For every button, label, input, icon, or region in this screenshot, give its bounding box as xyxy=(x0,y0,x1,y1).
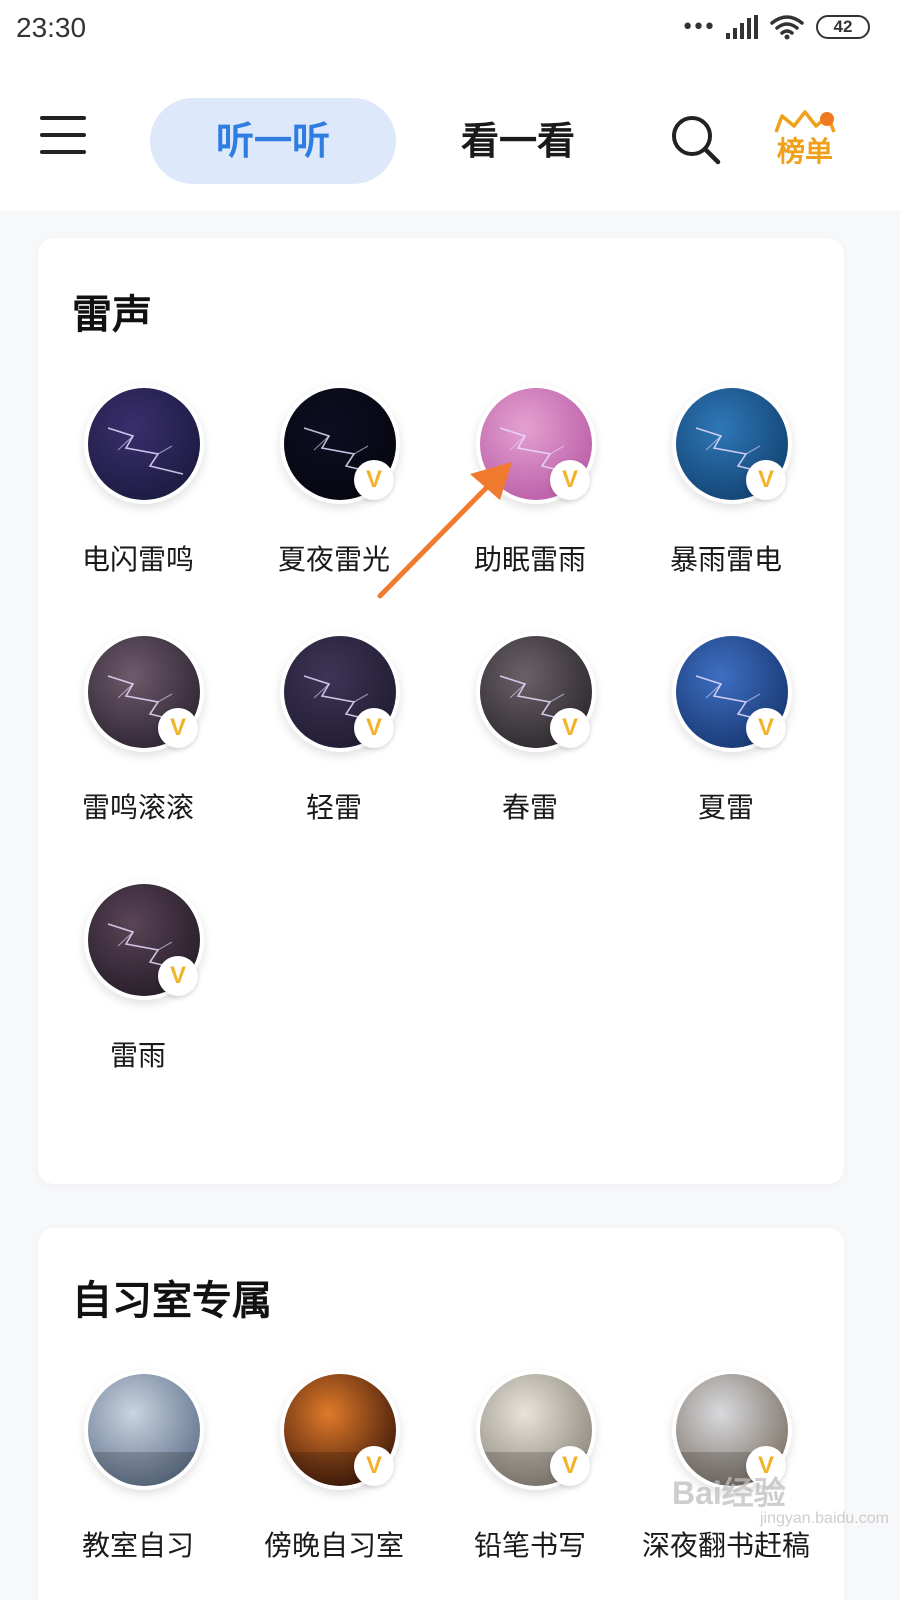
vip-badge-icon: V xyxy=(158,708,198,748)
sound-item[interactable]: V 雷雨 xyxy=(40,880,236,1110)
sound-thumbnail[interactable] xyxy=(84,384,204,504)
sound-label: 深夜翻书赶稿 xyxy=(641,1529,810,1562)
sound-item[interactable]: V 铅笔书写 xyxy=(432,1370,628,1600)
sound-label: 夏雷 xyxy=(697,791,754,824)
vip-badge-icon: V xyxy=(354,460,394,500)
sound-label: 春雷 xyxy=(501,791,558,824)
section-title: 自习室专属 xyxy=(72,1278,272,1324)
vip-badge-icon: V xyxy=(746,460,786,500)
sound-item[interactable]: V 傍晚自习室 xyxy=(236,1370,432,1600)
sound-item[interactable]: V 春雷 xyxy=(432,632,628,862)
sound-label: 电闪雷鸣 xyxy=(81,543,194,576)
tab-watch[interactable]: 看一看 xyxy=(430,98,606,184)
status-bar: 23:30 ••• 42 xyxy=(0,0,900,64)
vip-badge-icon: V xyxy=(746,708,786,748)
sound-label: 铅笔书写 xyxy=(473,1529,586,1562)
watermark-url: jingyan.baidu.com xyxy=(760,1510,889,1527)
vip-badge-icon: V xyxy=(550,460,590,500)
rank-label: 榜单 xyxy=(776,135,833,168)
vip-badge-icon: V xyxy=(550,708,590,748)
sound-label: 教室自习 xyxy=(81,1529,194,1562)
vip-badge-icon: V xyxy=(550,1446,590,1486)
sound-item[interactable]: V 轻雷 xyxy=(236,632,432,862)
search-icon[interactable] xyxy=(668,112,724,168)
vip-badge-icon: V xyxy=(354,708,394,748)
sound-thumbnail[interactable] xyxy=(84,1370,204,1490)
sound-label: 暴雨雷电 xyxy=(669,543,782,576)
sound-label: 助眠雷雨 xyxy=(473,543,586,576)
sound-item[interactable]: V 暴雨雷电 xyxy=(628,384,824,614)
sound-label: 夏夜雷光 xyxy=(277,543,390,576)
signal-icon xyxy=(726,15,758,39)
sound-item[interactable]: V 雷鸣滚滚 xyxy=(40,632,236,862)
sound-label: 傍晚自习室 xyxy=(263,1529,404,1562)
sound-item[interactable]: V 夏夜雷光 xyxy=(236,384,432,614)
status-icons: ••• 42 xyxy=(681,14,870,40)
notification-dot xyxy=(820,112,834,126)
section-card-study: 自习室专属 教室自习 V 傍晚自习室 V 铅笔书写 V 深夜翻书赶稿 xyxy=(38,1228,844,1600)
vip-badge-icon: V xyxy=(354,1446,394,1486)
sound-item[interactable]: 教室自习 xyxy=(40,1370,236,1600)
lightning-icon xyxy=(88,388,200,500)
sound-item[interactable]: V 助眠雷雨 xyxy=(432,384,628,614)
sound-label: 雷鸣滚滚 xyxy=(81,791,194,824)
signal-dots: ••• xyxy=(681,14,716,40)
section-card-thunder: 雷声 电闪雷鸣 V 夏夜雷光 V 助眠雷雨 V 暴雨雷电 V 雷鸣滚滚 V 轻雷 V 春雷 V 夏雷 V 雷雨 xyxy=(38,238,844,1184)
lightning-icon xyxy=(88,1374,200,1486)
sound-item[interactable]: 电闪雷鸣 xyxy=(40,384,236,614)
vip-badge-icon: V xyxy=(158,956,198,996)
top-nav: 听一听 看一看 榜单 xyxy=(0,64,900,210)
rank-button[interactable]: 榜单 xyxy=(770,108,840,178)
sound-item[interactable]: V 夏雷 xyxy=(628,632,824,862)
wifi-icon xyxy=(770,15,804,40)
section-title: 雷声 xyxy=(72,292,152,338)
menu-icon[interactable] xyxy=(40,116,86,162)
battery-icon: 42 xyxy=(816,15,870,39)
sound-label: 轻雷 xyxy=(305,791,362,824)
watermark-logo: Bai经验 xyxy=(672,1475,786,1511)
tab-listen[interactable]: 听一听 xyxy=(150,98,396,184)
sound-label: 雷雨 xyxy=(109,1039,166,1072)
status-time: 23:30 xyxy=(16,12,87,43)
